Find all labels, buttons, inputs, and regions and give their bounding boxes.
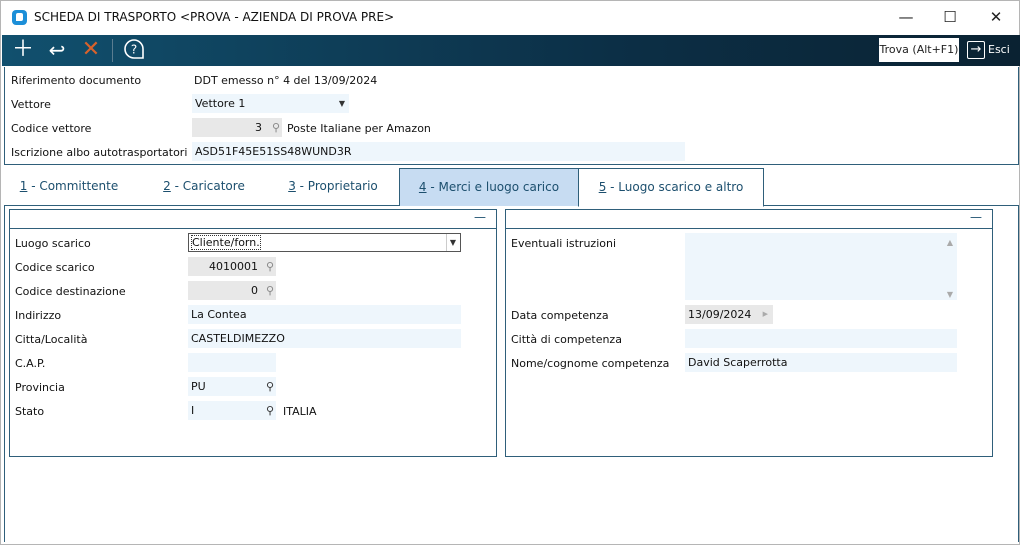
exit-button[interactable]: → Esci	[967, 38, 1010, 62]
chevron-down-icon: ▼	[445, 234, 456, 251]
citta-competenza-field[interactable]	[685, 329, 957, 348]
indirizzo-label: Indirizzo	[15, 309, 62, 322]
codice-vettore-value: 3	[255, 121, 262, 134]
istruzioni-textarea[interactable]: ▲ ▼	[685, 233, 957, 300]
exit-label: Esci	[988, 43, 1010, 56]
riferimento-value: DDT emesso n° 4 del 13/09/2024	[194, 74, 378, 87]
panel-header: —	[506, 210, 992, 229]
nome-competenza-label: Nome/cognome competenza	[511, 357, 670, 370]
tab-bar: 1 - Committente 2 - Caricatore 3 - Propr…	[4, 168, 1019, 207]
luogo-scarico-label: Luogo scarico	[15, 237, 91, 250]
nome-competenza-field[interactable]: David Scaperrotta	[685, 353, 957, 372]
search-icon[interactable]: ⚲	[266, 281, 274, 300]
minimize-button[interactable]: —	[884, 5, 928, 29]
stato-value: I	[191, 404, 195, 417]
title-bar: SCHEDA DI TRASPORTO <PROVA - AZIENDA DI …	[1, 1, 1019, 34]
search-icon[interactable]: ⚲	[266, 401, 274, 420]
codice-vettore-label: Codice vettore	[11, 122, 92, 135]
scroll-down-icon[interactable]: ▼	[947, 288, 953, 302]
iscrizione-label: Iscrizione albo autotrasportatori	[11, 146, 188, 159]
data-competenza-label: Data competenza	[511, 309, 609, 322]
stato-label: Stato	[15, 405, 45, 418]
plus-icon[interactable]: ＋	[10, 38, 36, 63]
stato-description: ITALIA	[283, 405, 317, 418]
codice-destinazione-field[interactable]: 0 ⚲	[188, 281, 276, 300]
vettore-select[interactable]: Vettore 1 ▼	[192, 94, 349, 113]
vettore-label: Vettore	[11, 98, 51, 111]
search-icon[interactable]: ⚲	[272, 118, 280, 137]
exit-icon: →	[967, 41, 985, 59]
chevron-down-icon: ▼	[338, 99, 345, 108]
luogo-scarico-select[interactable]: Cliente/forn. ▼	[188, 233, 461, 252]
data-competenza-field[interactable]: 13/09/2024 ▶	[685, 305, 773, 324]
maximize-button[interactable]: ☐	[928, 5, 972, 29]
stato-field[interactable]: I ⚲	[188, 401, 276, 420]
tab-committente[interactable]: 1 - Committente	[14, 168, 124, 206]
codice-scarico-label: Codice scarico	[15, 261, 95, 274]
help-icon[interactable]: ?	[121, 38, 147, 63]
tab-merci-luogo-carico[interactable]: 4 - Merci e luogo carico	[399, 168, 579, 206]
collapse-button[interactable]: —	[474, 210, 486, 224]
codice-vettore-field[interactable]: 3 ⚲	[192, 118, 282, 137]
vettore-value: Vettore 1	[195, 97, 246, 110]
indirizzo-value: La Contea	[191, 308, 247, 321]
citta-competenza-label: Città di competenza	[511, 333, 622, 346]
riferimento-label: Riferimento documento	[11, 74, 142, 87]
citta-field[interactable]: CASTELDIMEZZO	[188, 329, 461, 348]
codice-vettore-description: Poste Italiane per Amazon	[287, 122, 431, 135]
codice-destinazione-label: Codice destinazione	[15, 285, 126, 298]
window-title: SCHEDA DI TRASPORTO <PROVA - AZIENDA DI …	[34, 10, 395, 24]
cap-field[interactable]	[188, 353, 276, 372]
calendar-arrow-icon[interactable]: ▶	[763, 305, 768, 324]
nome-competenza-value: David Scaperrotta	[688, 356, 788, 369]
cap-label: C.A.P.	[15, 357, 46, 370]
toolbar: ＋ ↩ ✕ ? Trova (Alt+F1) → Esci	[2, 35, 1020, 66]
iscrizione-value: ASD51F45E51SS48WUND3R	[195, 145, 352, 158]
iscrizione-field[interactable]: ASD51F45E51SS48WUND3R	[192, 142, 685, 161]
indirizzo-field[interactable]: La Contea	[188, 305, 461, 324]
undo-icon[interactable]: ↩	[44, 38, 70, 63]
svg-text:?: ?	[131, 43, 137, 57]
citta-label: Citta/Località	[15, 333, 88, 346]
codice-scarico-field[interactable]: 4010001 ⚲	[188, 257, 276, 276]
toolbar-separator	[112, 39, 113, 62]
close-button[interactable]: ✕	[974, 5, 1018, 29]
codice-scarico-value: 4010001	[209, 260, 258, 273]
app-icon	[12, 10, 27, 25]
data-competenza-value: 13/09/2024	[688, 308, 752, 321]
panel-header: —	[10, 210, 496, 229]
search-icon[interactable]: ⚲	[266, 257, 274, 276]
citta-value: CASTELDIMEZZO	[191, 332, 285, 345]
document-header: Riferimento documento DDT emesso n° 4 de…	[4, 67, 1019, 165]
collapse-button[interactable]: —	[970, 210, 982, 224]
provincia-label: Provincia	[15, 381, 65, 394]
tab-luogo-scarico-altro[interactable]: 5 - Luogo scarico e altro	[578, 168, 764, 207]
scroll-up-icon[interactable]: ▲	[947, 233, 953, 252]
x-icon[interactable]: ✕	[78, 38, 104, 63]
find-button[interactable]: Trova (Alt+F1)	[879, 38, 959, 62]
codice-destinazione-value: 0	[251, 284, 258, 297]
provincia-value: PU	[191, 380, 206, 393]
provincia-field[interactable]: PU ⚲	[188, 377, 276, 396]
luogo-scarico-value: Cliente/forn.	[191, 235, 261, 250]
tab-proprietario[interactable]: 3 - Proprietario	[278, 168, 388, 206]
search-icon[interactable]: ⚲	[266, 377, 274, 396]
istruzioni-label: Eventuali istruzioni	[511, 237, 617, 250]
window: SCHEDA DI TRASPORTO <PROVA - AZIENDA DI …	[0, 0, 1020, 545]
tab-caricatore[interactable]: 2 - Caricatore	[154, 168, 254, 206]
